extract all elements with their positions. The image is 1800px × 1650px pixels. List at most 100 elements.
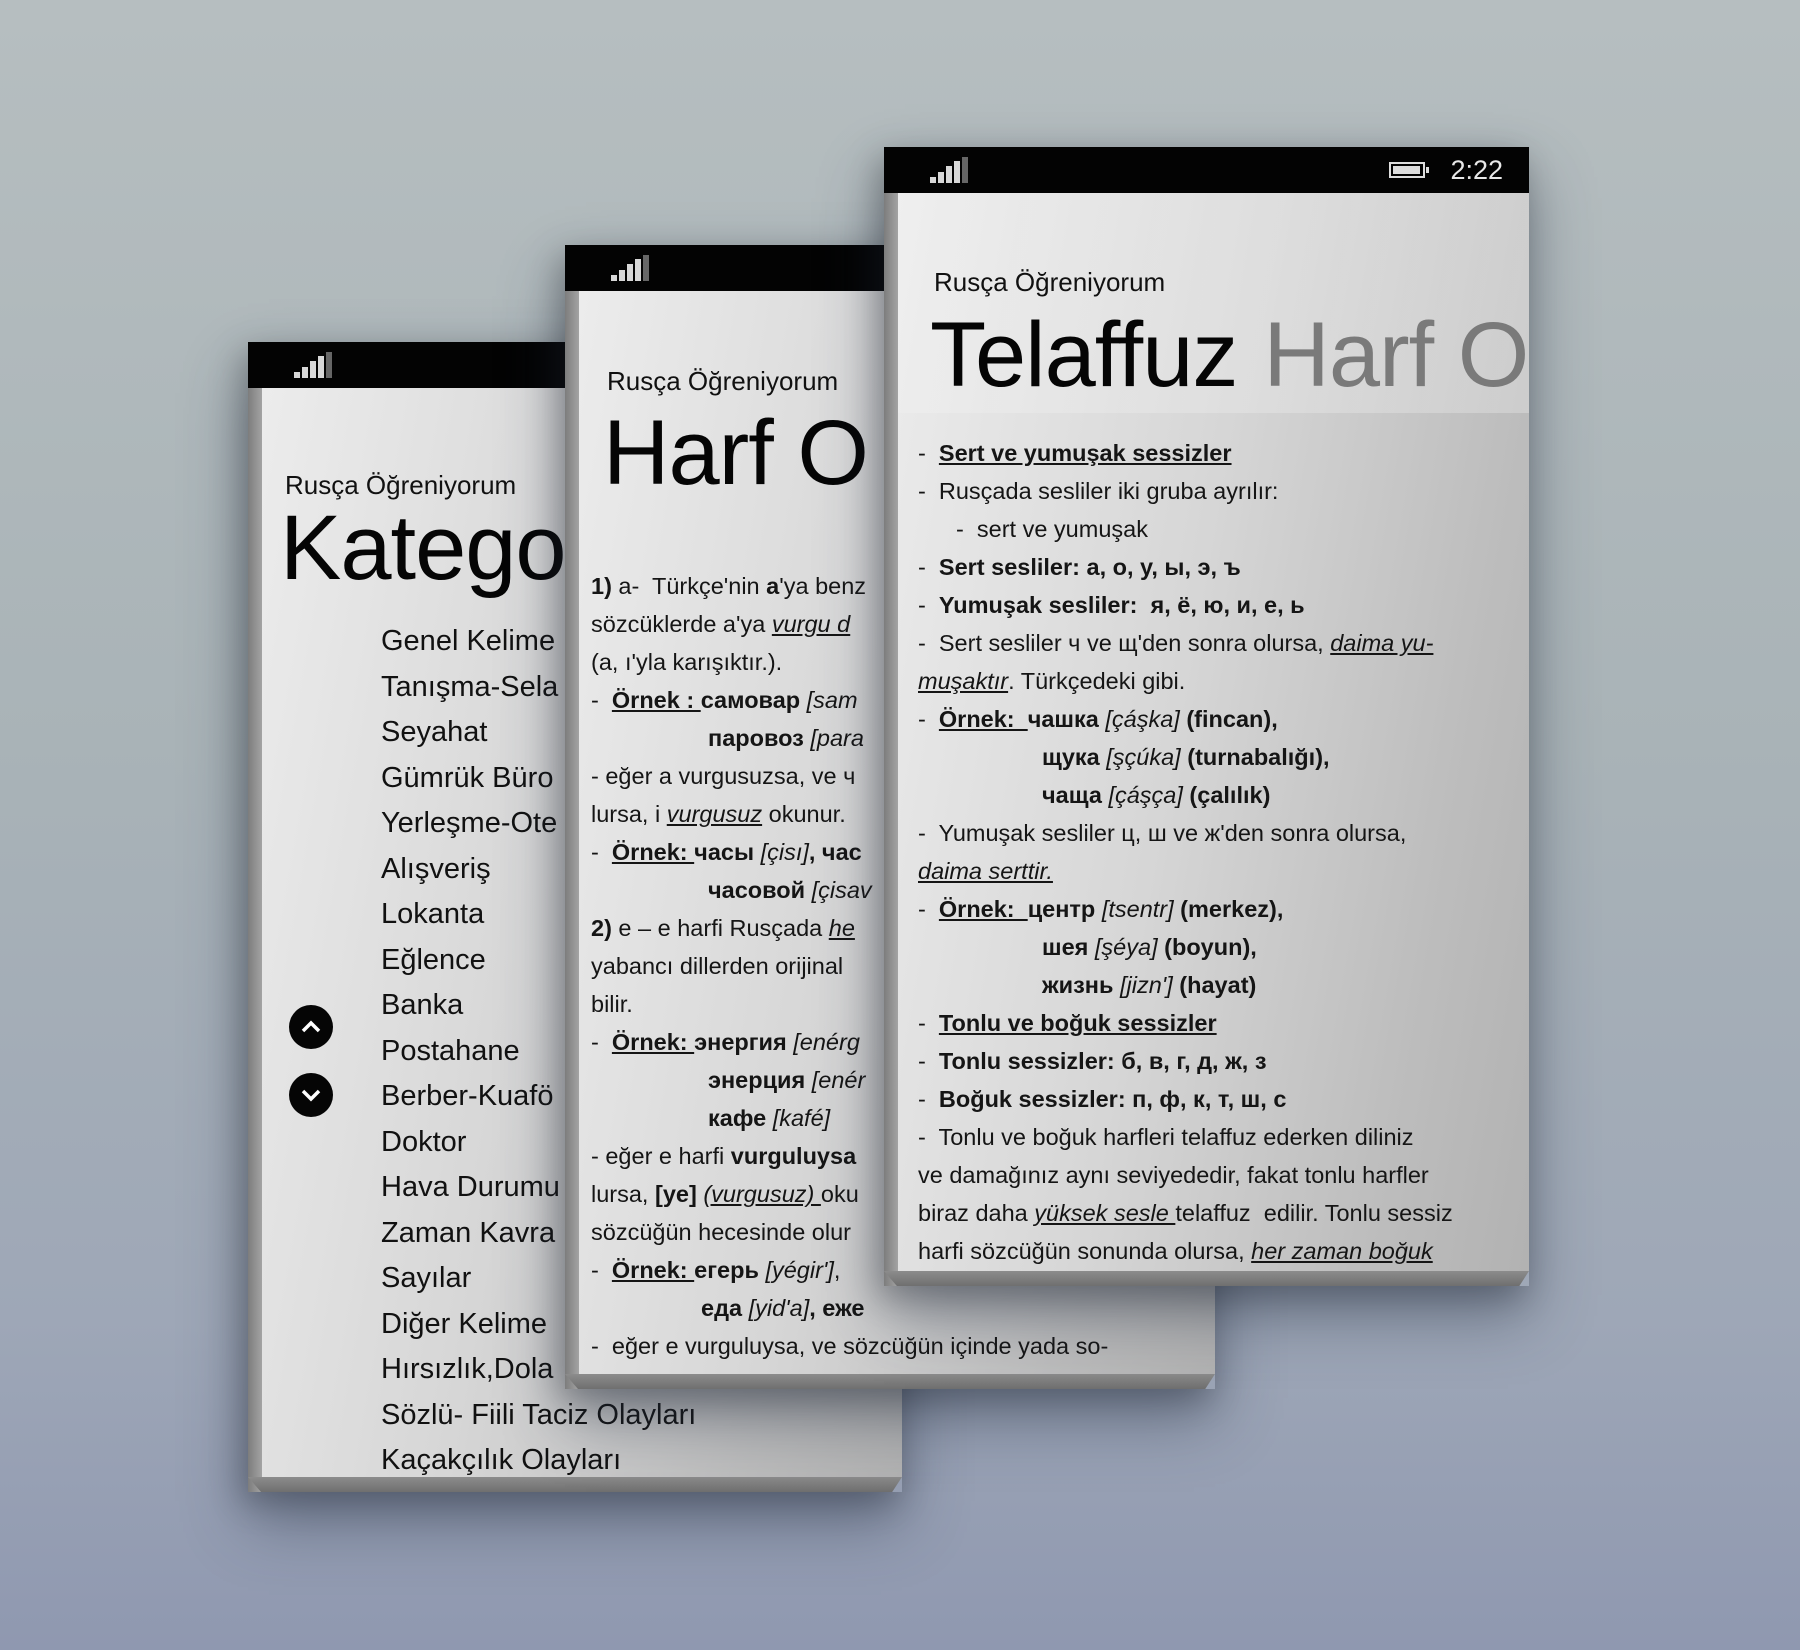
text-segment: Tonlu sessizler: б, в, г, д, ж, з <box>938 1048 1267 1074</box>
text-segment: Boğuk sessizler: п, ф, к, т, ш, с <box>938 1086 1287 1112</box>
text-segment: самовар <box>700 687 807 713</box>
text-segment: часы <box>694 839 761 865</box>
text-segment: [çisav <box>811 877 872 903</box>
text-segment: (hayat) <box>1172 972 1257 998</box>
text-segment: 'ya benz <box>779 573 867 599</box>
text-segment: [yégir'] <box>765 1257 834 1283</box>
text-segment: Sert ve yumuşak sessizler <box>938 440 1232 466</box>
text-segment: [şéya] <box>1094 934 1158 960</box>
category-item[interactable]: Kaçakçılık Olayları <box>381 1438 696 1477</box>
text-segment: жизнь <box>1042 972 1120 998</box>
text-line: - Örnek: чашка [çáşka] (fincan), <box>918 700 1453 738</box>
text-segment: - <box>918 1010 939 1036</box>
text-segment: 2) <box>591 915 612 941</box>
text-segment: yabancı dillerden orijinal <box>591 953 850 979</box>
text-segment: a <box>766 573 780 599</box>
page-title: Katego <box>280 497 567 599</box>
text-line: - Sert sesliler ч ve щ'den sonra olursa,… <box>918 624 1453 662</box>
text-segment: Örnek: <box>938 706 1028 732</box>
text-segment: okunur, eğer vurgusuzsa, <box>774 1371 1051 1374</box>
text-segment: - eğer e vurguluysa, ve sözcüğün içinde … <box>591 1333 1109 1359</box>
text-segment: - <box>591 1029 612 1055</box>
text-segment: [yid'a] <box>748 1295 810 1321</box>
text-segment: (fincan), <box>1179 706 1278 732</box>
app-title: Rusça Öğreniyorum <box>607 366 839 396</box>
text-segment: her zaman boğuk <box>1251 1238 1433 1264</box>
content-text: - Sert ve yumuşak sessizler - Rusçada ses… <box>918 434 1453 1270</box>
text-segment: bilir. <box>591 991 633 1017</box>
text-segment: sözcüğün hecesinde olur <box>591 1219 851 1245</box>
text-segment: - <box>918 896 939 922</box>
text-segment: [sam <box>806 687 858 713</box>
text-segment: - Tonlu ve boğuk harfleri telaffuz ederk… <box>918 1124 1414 1150</box>
text-segment: Örnek : <box>611 687 701 713</box>
text-segment: Örnek: <box>938 896 1028 922</box>
text-segment: (merkez), <box>1173 896 1284 922</box>
text-segment: кафе <box>708 1105 773 1131</box>
text-line: - sert ve yumuşak <box>918 510 1453 548</box>
text-segment: [jizn'] <box>1119 972 1173 998</box>
text-segment: чашка <box>1027 706 1106 732</box>
text-segment: (vurgusuz) <box>703 1181 821 1207</box>
text-segment: Tonlu ve boğuk sessizler <box>938 1010 1217 1036</box>
text-segment: vurguluysa <box>730 1143 857 1169</box>
page-title: Telaffuz Harf O <box>930 303 1529 408</box>
text-segment: , час <box>808 839 862 865</box>
text-segment: [ye] <box>655 1181 697 1207</box>
text-segment: - <box>591 687 612 713</box>
phone-pronunciation: 2:22 Rusça Öğreniyorum Telaffuz Harf O - … <box>884 147 1529 1286</box>
text-segment: - Rusçada sesliler iki gruba ayrılır: <box>918 478 1279 504</box>
chevron-up-circle-icon[interactable] <box>289 1005 333 1049</box>
text-segment: Yumuşak sesliler: я, ё, ю, и, е, ь <box>938 592 1305 618</box>
pivot-current[interactable]: Telaffuz <box>930 304 1238 406</box>
text-line: muşaktır. Türkçedeki gibi. <box>918 662 1453 700</box>
device-edge <box>884 193 898 1286</box>
text-line: - Örnek: центр [tsentr] (merkez), <box>918 890 1453 928</box>
text-segment: oku <box>820 1181 859 1207</box>
text-segment: - <box>591 839 612 865</box>
chevron-down-circle-icon[interactable] <box>289 1073 333 1117</box>
text-segment: [çáşça] <box>1108 782 1183 808</box>
text-segment: e – e harfi Rusçada <box>611 915 829 941</box>
text-segment: энергия <box>694 1029 794 1055</box>
signal-icon <box>294 352 334 378</box>
category-item[interactable]: Sözlü- Fiili Taciz Olayları <box>381 1393 696 1439</box>
text-line: - Tonlu sessizler: б, в, г, д, ж, з <box>918 1042 1453 1080</box>
text-segment: - <box>918 1048 939 1074</box>
text-segment: yüksek sesle <box>1034 1200 1176 1226</box>
text-segment: (boyun), <box>1157 934 1257 960</box>
text-line: - Sert ve yumuşak sessizler <box>918 434 1453 472</box>
text-line: - Sert sesliler: а, о, у, ы, э, ъ <box>918 548 1453 586</box>
text-segment: , еже <box>809 1295 865 1321</box>
text-segment: oku- <box>1073 1371 1126 1374</box>
text-line: - Yumuşak sesliler ц, ш ve ж'den sonra o… <box>918 814 1453 852</box>
text-segment: - eğer a vurgusuzsa, ve ч <box>591 763 856 789</box>
device-edge <box>248 1477 902 1492</box>
app-title: Rusça Öğreniyorum <box>934 267 1166 297</box>
text-segment: [çáşka] <box>1105 706 1180 732</box>
text-segment: he <box>828 915 855 941</box>
text-segment: ['e] <box>740 1371 774 1374</box>
text-segment: telaffuz edilir. Tonlu sessiz <box>1175 1200 1453 1226</box>
text-segment: nunda olursa, <box>591 1371 740 1374</box>
device-edge <box>565 1374 1215 1389</box>
text-line: biraz daha yüksek sesle telaffuz edilir.… <box>918 1194 1453 1232</box>
text-segment: [i] <box>1051 1371 1073 1374</box>
battery-icon <box>1389 162 1429 178</box>
text-segment: егерь <box>694 1257 766 1283</box>
text-segment: ve damağınız aynı seviyededir, fakat ton… <box>918 1162 1429 1188</box>
text-segment: энерция <box>708 1067 812 1093</box>
pivot-next[interactable]: Harf O <box>1263 304 1529 406</box>
text-segment: (çalılık) <box>1182 782 1271 808</box>
text-segment: чаща <box>1042 782 1109 808</box>
device-edge <box>248 388 262 1492</box>
device-edge <box>884 1271 1529 1286</box>
text-line: чаща [çáşça] (çalılık) <box>918 776 1453 814</box>
text-line: harfi sözcüğün sonunda olursa, her zaman… <box>918 1232 1453 1270</box>
clock: 2:22 <box>1450 155 1503 185</box>
text-line: - Rusçada sesliler iki gruba ayrılır: <box>918 472 1453 510</box>
text-segment: [çisı] <box>760 839 809 865</box>
text-line: - Boğuk sessizler: п, ф, к, т, ш, с <box>918 1080 1453 1118</box>
text-segment: центр <box>1027 896 1102 922</box>
text-segment: daima yu- <box>1330 630 1434 656</box>
